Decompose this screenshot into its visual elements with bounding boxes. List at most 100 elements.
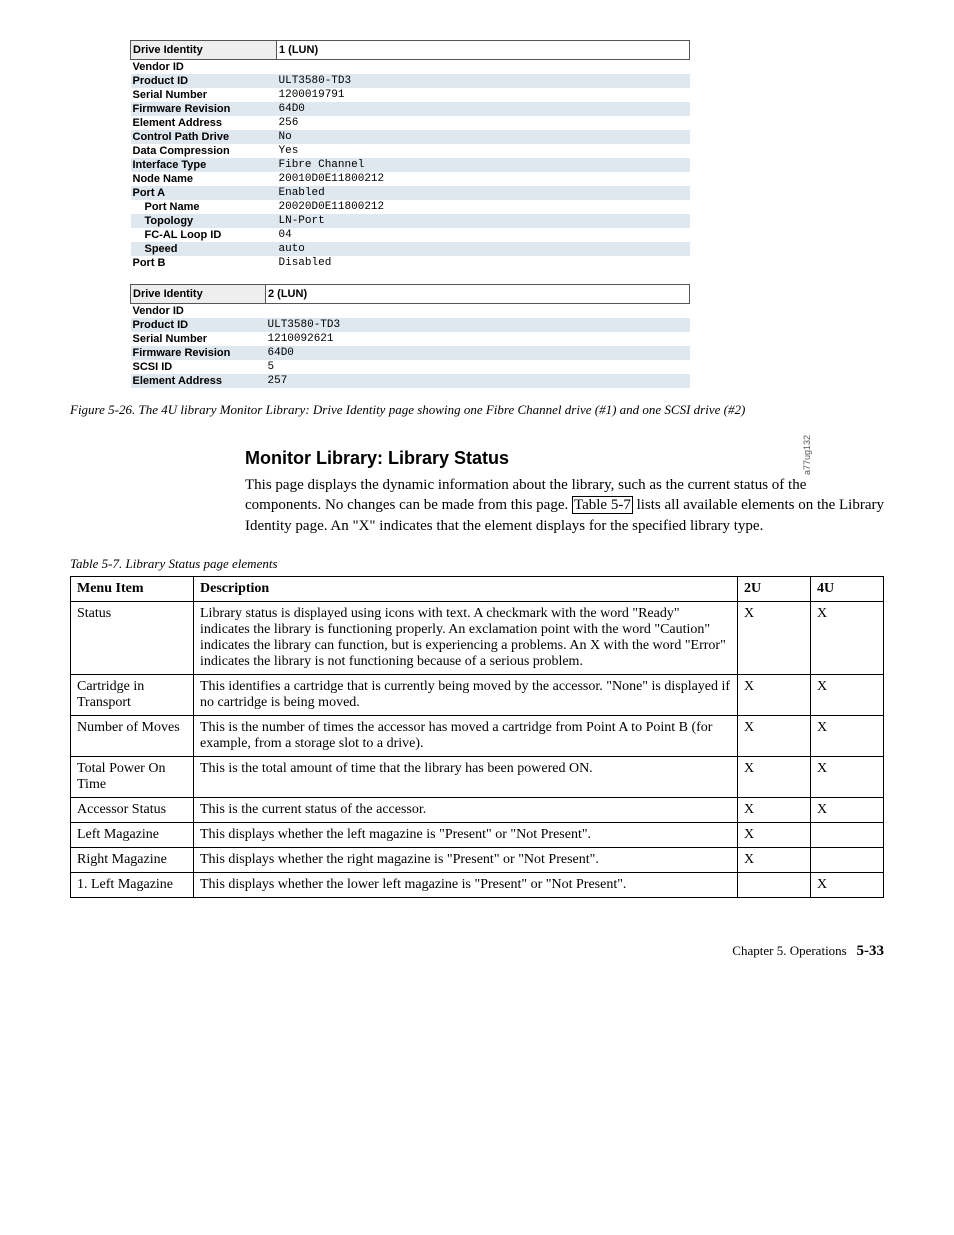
table-row: Total Power On TimeThis is the total amo…: [71, 756, 884, 797]
drive-info-row: SCSI ID5: [131, 360, 690, 374]
row-value: [277, 60, 690, 75]
cell-menu: Accessor Status: [71, 797, 194, 822]
drive-info-row: TopologyLN-Port: [131, 214, 690, 228]
cell-desc: This is the current status of the access…: [194, 797, 738, 822]
row-value: No: [277, 130, 690, 144]
row-label: Port A: [131, 186, 277, 200]
image-id-label: a77ug132: [802, 435, 812, 475]
th-2u: 2U: [738, 576, 811, 601]
cell-u4: [811, 847, 884, 872]
row-value: 20010D0E11800212: [277, 172, 690, 186]
drive-info-row: FC-AL Loop ID04: [131, 228, 690, 242]
cell-menu: Total Power On Time: [71, 756, 194, 797]
table-row: Right MagazineThis displays whether the …: [71, 847, 884, 872]
cell-u2: X: [738, 601, 811, 674]
row-label: Port Name: [131, 200, 277, 214]
table-header-row: Menu Item Description 2U 4U: [71, 576, 884, 601]
row-label: Interface Type: [131, 158, 277, 172]
row-value: ULT3580-TD3: [277, 74, 690, 88]
table-row: Left MagazineThis displays whether the l…: [71, 822, 884, 847]
drive-info-row: Serial Number1210092621: [131, 332, 690, 346]
page-footer: Chapter 5. Operations 5-33: [70, 943, 884, 960]
cell-menu: 1. Left Magazine: [71, 872, 194, 897]
cell-u2: X: [738, 797, 811, 822]
table-row: StatusLibrary status is displayed using …: [71, 601, 884, 674]
row-value: 1200019791: [277, 88, 690, 102]
cell-desc: This displays whether the left magazine …: [194, 822, 738, 847]
cell-u4: X: [811, 797, 884, 822]
drive-info-row: Control Path DriveNo: [131, 130, 690, 144]
row-value: 64D0: [266, 346, 690, 360]
row-value: ULT3580-TD3: [266, 318, 690, 332]
drive-info-row: Firmware Revision64D0: [131, 346, 690, 360]
row-label: Serial Number: [131, 88, 277, 102]
cell-u2: X: [738, 847, 811, 872]
drive-info-row: Port Name20020D0E11800212: [131, 200, 690, 214]
table-row: Accessor StatusThis is the current statu…: [71, 797, 884, 822]
page-number: 5-33: [857, 943, 885, 959]
row-label: Topology: [131, 214, 277, 228]
drive2-header-row: Drive Identity 2 (LUN): [131, 285, 690, 304]
drive-info-row: Firmware Revision64D0: [131, 102, 690, 116]
table-row: 1. Left MagazineThis displays whether th…: [71, 872, 884, 897]
cell-u4: X: [811, 756, 884, 797]
row-value: 5: [266, 360, 690, 374]
row-label: Firmware Revision: [131, 102, 277, 116]
section-heading: Monitor Library: Library Status: [245, 448, 884, 469]
row-label: Product ID: [131, 74, 277, 88]
row-label: SCSI ID: [131, 360, 266, 374]
row-label: Firmware Revision: [131, 346, 266, 360]
drive-info-row: Vendor ID: [131, 60, 690, 75]
cell-u2: [738, 872, 811, 897]
cell-desc: This displays whether the lower left mag…: [194, 872, 738, 897]
table-reference-link[interactable]: Table 5-7: [572, 496, 633, 514]
row-value: 04: [277, 228, 690, 242]
drive2-table: Drive Identity 2 (LUN) Vendor IDProduct …: [130, 284, 690, 388]
cell-menu: Number of Moves: [71, 715, 194, 756]
th-description: Description: [194, 576, 738, 601]
drive-info-row: Data CompressionYes: [131, 144, 690, 158]
cell-desc: This is the total amount of time that th…: [194, 756, 738, 797]
drive-info-row: Element Address257: [131, 374, 690, 388]
library-status-elements-table: Menu Item Description 2U 4U StatusLibrar…: [70, 576, 884, 898]
drive1-header-label: Drive Identity: [131, 41, 277, 60]
table-caption: Table 5-7. Library Status page elements: [70, 556, 884, 572]
drive-info-row: Port BDisabled: [131, 256, 690, 270]
row-value: 1210092621: [266, 332, 690, 346]
drive-info-row: Serial Number1200019791: [131, 88, 690, 102]
cell-u2: X: [738, 715, 811, 756]
cell-desc: This is the number of times the accessor…: [194, 715, 738, 756]
row-value: 20020D0E11800212: [277, 200, 690, 214]
cell-desc: This displays whether the right magazine…: [194, 847, 738, 872]
cell-u2: X: [738, 674, 811, 715]
row-value: auto: [277, 242, 690, 256]
row-label: Product ID: [131, 318, 266, 332]
row-value: 257: [266, 374, 690, 388]
cell-menu: Right Magazine: [71, 847, 194, 872]
drive-info-row: Port AEnabled: [131, 186, 690, 200]
cell-u2: X: [738, 822, 811, 847]
cell-u2: X: [738, 756, 811, 797]
table-row: Number of MovesThis is the number of tim…: [71, 715, 884, 756]
cell-desc: Library status is displayed using icons …: [194, 601, 738, 674]
row-label: Serial Number: [131, 332, 266, 346]
row-label: Vendor ID: [131, 60, 277, 75]
row-value: Disabled: [277, 256, 690, 270]
row-label: Node Name: [131, 172, 277, 186]
drive-info-row: Speedauto: [131, 242, 690, 256]
cell-u4: X: [811, 715, 884, 756]
row-value: 64D0: [277, 102, 690, 116]
drive-info-row: Vendor ID: [131, 304, 690, 319]
drive1-header-row: Drive Identity 1 (LUN): [131, 41, 690, 60]
table-row: Cartridge in TransportThis identifies a …: [71, 674, 884, 715]
row-value: Fibre Channel: [277, 158, 690, 172]
drive-info-row: Node Name20010D0E11800212: [131, 172, 690, 186]
drive-identity-screenshot: a77ug132 Drive Identity 1 (LUN) Vendor I…: [130, 40, 884, 388]
drive1-table: Drive Identity 1 (LUN) Vendor IDProduct …: [130, 40, 690, 270]
drive-info-row: Product IDULT3580-TD3: [131, 74, 690, 88]
row-label: Data Compression: [131, 144, 277, 158]
cell-desc: This identifies a cartridge that is curr…: [194, 674, 738, 715]
row-label: FC-AL Loop ID: [131, 228, 277, 242]
row-label: Vendor ID: [131, 304, 266, 319]
th-4u: 4U: [811, 576, 884, 601]
